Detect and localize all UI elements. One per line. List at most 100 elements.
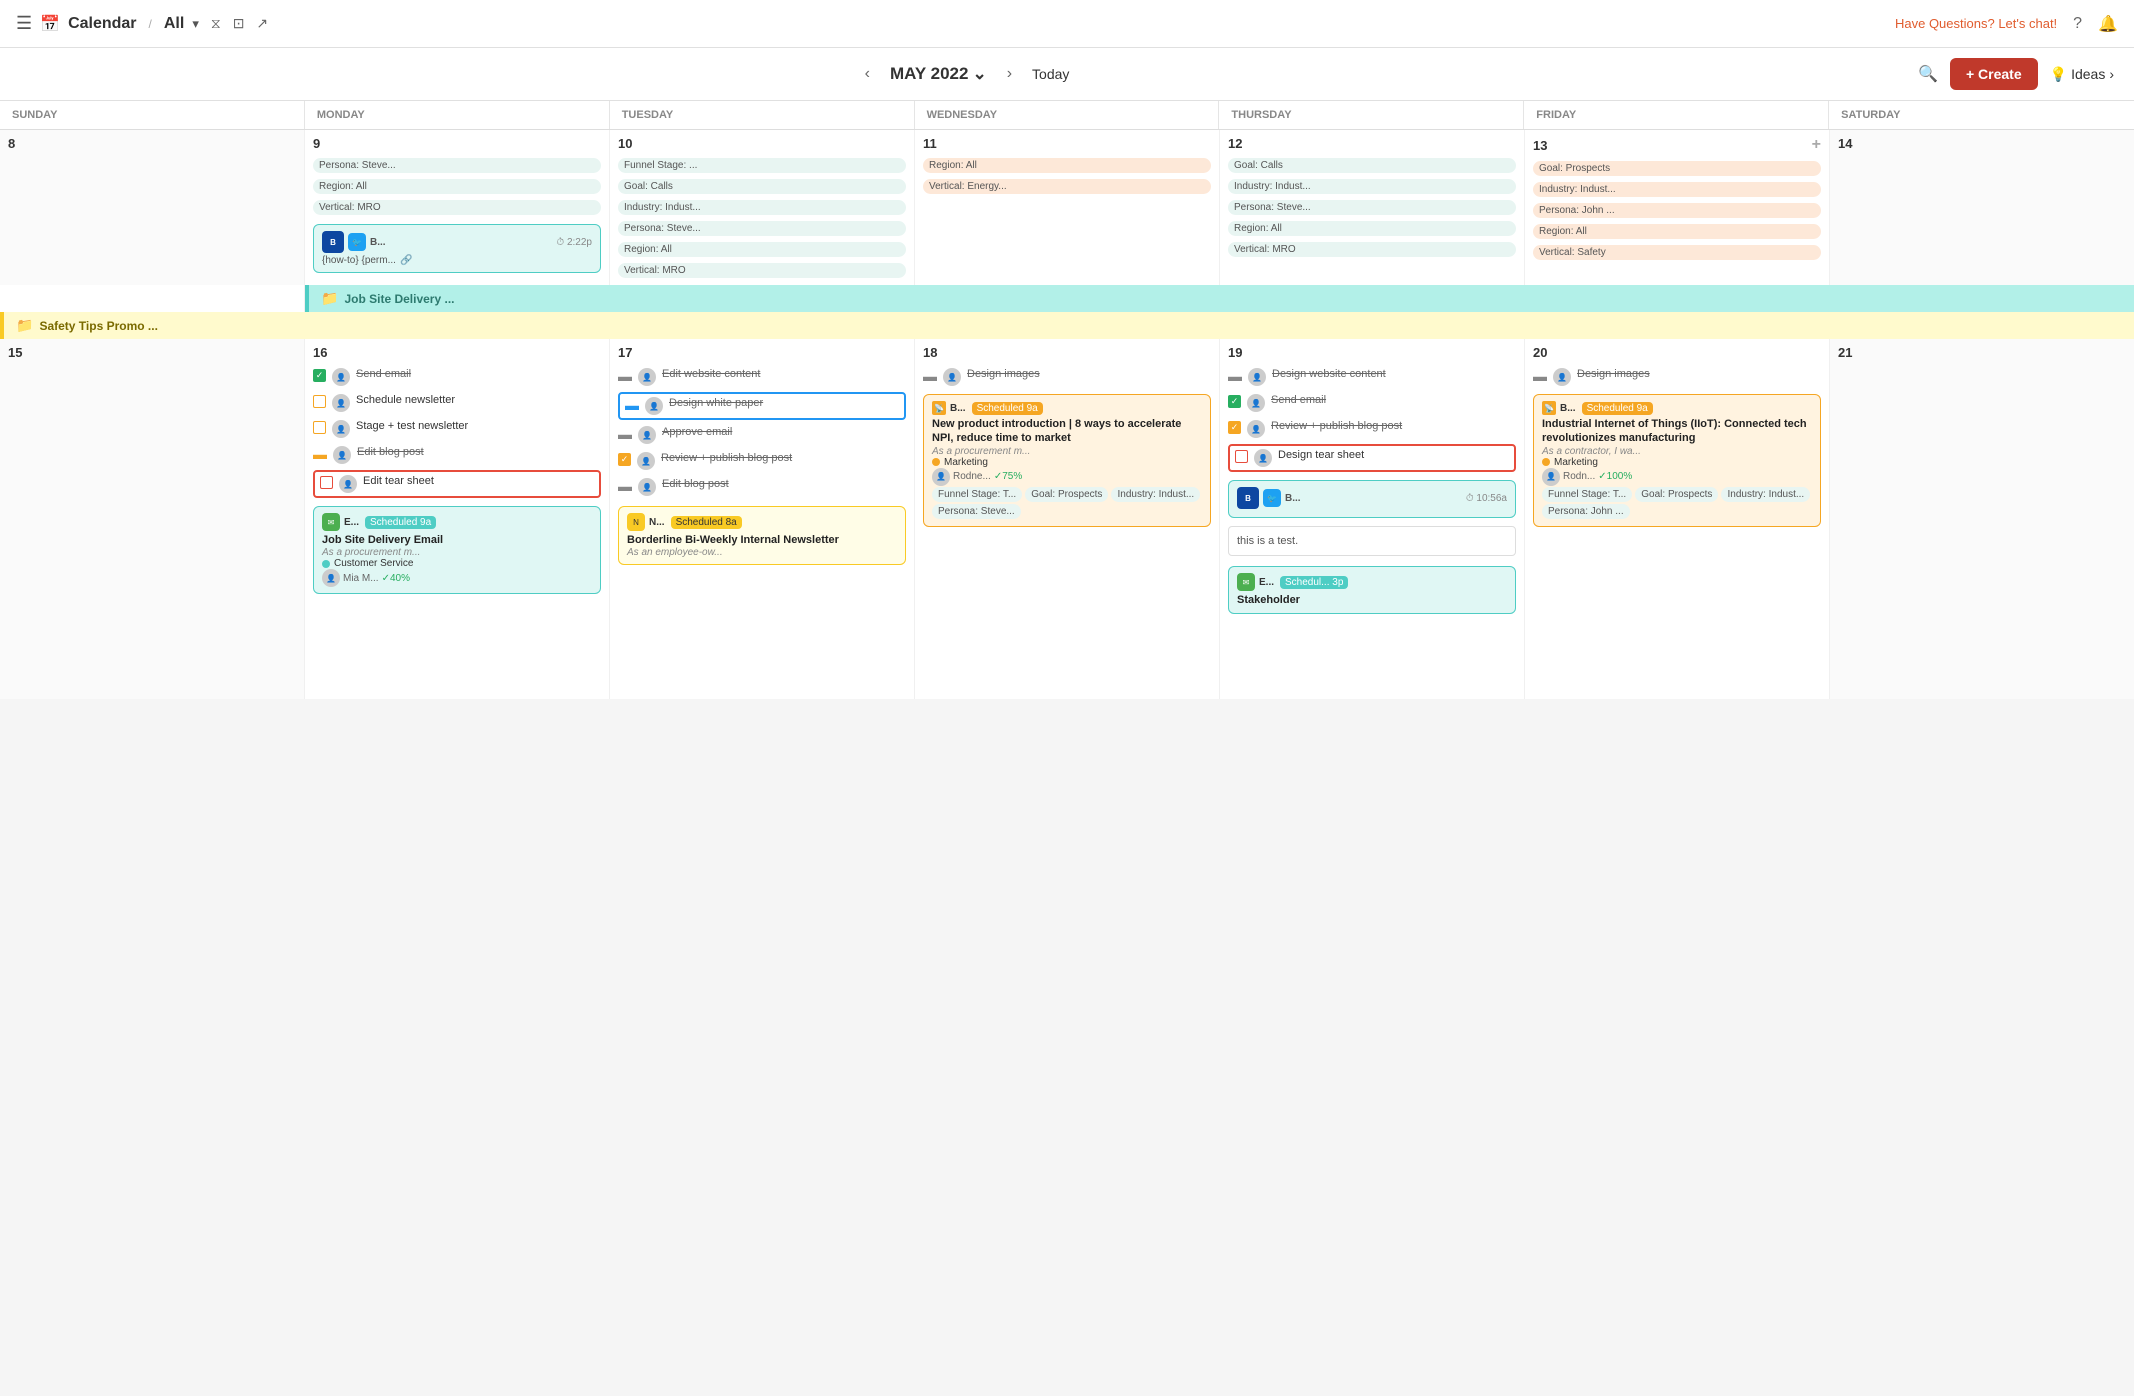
date-11: 11	[923, 136, 1211, 151]
task-edit-tear-sheet[interactable]: 👤 Edit tear sheet	[313, 470, 601, 498]
task-label-approve: Approve email	[662, 426, 732, 438]
task-send-email-thu[interactable]: ✓ 👤 Send email	[1228, 392, 1516, 414]
task-checkbox-send-email[interactable]: ✓	[313, 369, 326, 382]
task-label-edit-blog: Edit blog post	[357, 446, 424, 458]
menu-icon[interactable]: ☰	[16, 13, 32, 34]
task-edit-website[interactable]: ▬ 👤 Edit website content	[618, 366, 906, 388]
filter-button[interactable]: ⧖	[211, 15, 221, 32]
tag-region-thu: Region: All	[1228, 221, 1516, 236]
create-button[interactable]: + Create	[1950, 58, 2038, 90]
task-send-email[interactable]: ✓ 👤 Send email	[313, 366, 601, 388]
chat-link[interactable]: Have Questions? Let's chat!	[1895, 16, 2057, 31]
task-label-design-fri: Design images	[1577, 368, 1650, 380]
task-design-website-thu[interactable]: ▬ 👤 Design website content	[1228, 366, 1516, 388]
nav-title: Calendar	[68, 15, 136, 33]
task-checkbox-review[interactable]: ✓	[618, 453, 631, 466]
task-schedule-newsletter[interactable]: 👤 Schedule newsletter	[313, 392, 601, 414]
task-stage-test[interactable]: 👤 Stage + test newsletter	[313, 418, 601, 440]
task-checkbox-review-thu[interactable]: ✓	[1228, 421, 1241, 434]
job-site-email-card[interactable]: ✉ E... Scheduled 9a Job Site Delivery Em…	[313, 506, 601, 594]
share-button[interactable]: ↗	[256, 15, 268, 32]
cell-may-20: 20 ▬ 👤 Design images 📡 B... Scheduled 9a…	[1525, 339, 1829, 699]
add-event-icon[interactable]: +	[1812, 136, 1821, 154]
cell-may-13: 13 + Goal: Prospects Industry: Indust...…	[1525, 130, 1829, 285]
help-icon[interactable]: ?	[2073, 15, 2082, 33]
email-icon: ✉	[322, 513, 340, 531]
card-time: ⏱ 2:22p	[556, 237, 592, 248]
tag-persona-fri2: Persona: John ...	[1542, 504, 1630, 519]
header-sunday: SUNDAY	[0, 101, 305, 129]
tag-vertical-fri: Vertical: Safety	[1533, 245, 1821, 260]
tag-goal-calls: Goal: Calls	[618, 179, 906, 194]
cell-may-12: 12 Goal: Calls Industry: Indust... Perso…	[1220, 130, 1524, 285]
folder-icon: 📁	[321, 290, 338, 307]
task-label-blog2: Edit blog post	[662, 478, 729, 490]
stakeholder-card[interactable]: ✉ E... Schedul... 3p Stakeholder	[1228, 566, 1516, 614]
author-avatar: 👤	[322, 569, 340, 587]
date-17: 17	[618, 345, 906, 360]
task-checkbox-edit-tear[interactable]	[320, 476, 333, 489]
orange-dot-fri	[1542, 458, 1550, 466]
task-review-blog-thu[interactable]: ✓ 👤 Review + publish blog post	[1228, 418, 1516, 440]
blog-icon: B	[322, 231, 344, 253]
tag-vertical-thu: Vertical: MRO	[1228, 242, 1516, 257]
minus-icon-design-fri: ▬	[1533, 368, 1547, 384]
month-year-display[interactable]: MAY 2022 ⌄	[890, 64, 987, 84]
task-checkbox-stage[interactable]	[313, 421, 326, 434]
day-headers: SUNDAY MONDAY TUESDAY WEDNESDAY THURSDAY…	[0, 101, 2134, 130]
avatar-white-paper: 👤	[645, 397, 663, 415]
safety-tips-banner[interactable]: 📁 Safety Tips Promo ...	[0, 312, 2134, 339]
header-saturday: SATURDAY	[1829, 101, 2134, 129]
task-label-white-paper: Design white paper	[669, 397, 763, 409]
minus-icon-approve: ▬	[618, 426, 632, 442]
tag-goal-wed: Goal: Prospects	[1025, 487, 1108, 502]
author-avatar-fri: 👤	[1542, 468, 1560, 486]
task-design-images-wed[interactable]: ▬ 👤 Design images	[923, 366, 1211, 388]
tag-persona: Persona: Steve...	[313, 158, 601, 173]
task-checkbox-send-thu[interactable]: ✓	[1228, 395, 1241, 408]
iiot-desc: As a contractor, I wa...	[1542, 446, 1812, 457]
date-12: 12	[1228, 136, 1516, 151]
task-label-design-wed: Design images	[967, 368, 1040, 380]
progress-75: ✓75%	[994, 471, 1022, 482]
avatar-design-wed: 👤	[943, 368, 961, 386]
display-button[interactable]: ⊡	[233, 15, 245, 32]
task-checkbox-design-tear[interactable]	[1235, 450, 1248, 463]
task-approve-email[interactable]: ▬ 👤 Approve email	[618, 424, 906, 446]
borderline-newsletter-card[interactable]: N N... Scheduled 8a Borderline Bi-Weekly…	[618, 506, 906, 565]
task-design-white-paper[interactable]: ▬ 👤 Design white paper	[618, 392, 906, 420]
test-text: this is a test.	[1237, 535, 1298, 547]
task-checkbox-schedule[interactable]	[313, 395, 326, 408]
task-label-send-email: Send email	[356, 368, 411, 380]
search-button[interactable]: 🔍	[1918, 64, 1938, 84]
task-review-blog[interactable]: ✓ 👤 Review + publish blog post	[618, 450, 906, 472]
npi-blog-card[interactable]: 📡 B... Scheduled 9a New product introduc…	[923, 394, 1211, 527]
bulb-icon: 💡	[2050, 66, 2067, 83]
prev-month-button[interactable]: ‹	[857, 61, 878, 87]
avatar-review-thu: 👤	[1247, 420, 1265, 438]
today-button[interactable]: Today	[1032, 66, 1069, 82]
date-10: 10	[618, 136, 906, 151]
week-1: 8 9 Persona: Steve... Region: All Vertic…	[0, 130, 2134, 285]
task-label-edit-tear-sheet: Edit tear sheet	[363, 475, 434, 487]
task-edit-blog-2[interactable]: ▬ 👤 Edit blog post	[618, 476, 906, 498]
ideas-button[interactable]: 💡 Ideas ›	[2050, 66, 2114, 83]
nav-dropdown-icon[interactable]: ▾	[192, 16, 199, 32]
thu-blog-twitter-card[interactable]: B 🐦 B... ⏱ 10:56a	[1228, 480, 1516, 518]
task-design-tear-sheet[interactable]: 👤 Design tear sheet	[1228, 444, 1516, 472]
avatar-edit-blog: 👤	[333, 446, 351, 464]
minus-icon-design-wed: ▬	[923, 368, 937, 384]
next-month-button[interactable]: ›	[999, 61, 1020, 87]
minus-icon-thu: ▬	[1228, 368, 1242, 384]
bell-icon[interactable]: 🔔	[2098, 14, 2118, 34]
marketing-label-wed: Marketing	[944, 457, 988, 468]
tag-goal-fri: Goal: Prospects	[1533, 161, 1821, 176]
date-13: 13 +	[1533, 136, 1821, 154]
task-edit-blog[interactable]: ▬ 👤 Edit blog post	[313, 444, 601, 466]
job-site-email-title: Job Site Delivery Email	[322, 533, 592, 547]
iiot-blog-card[interactable]: 📡 B... Scheduled 9a Industrial Internet …	[1533, 394, 1821, 527]
job-site-delivery-banner[interactable]: 📁 Job Site Delivery ...	[305, 285, 2134, 312]
mon9-blog-card[interactable]: B 🐦 B... ⏱ 2:22p {how-to} {perm... 🔗	[313, 224, 601, 273]
task-design-images-fri[interactable]: ▬ 👤 Design images	[1533, 366, 1821, 388]
author-name: Mia M...	[343, 573, 379, 584]
